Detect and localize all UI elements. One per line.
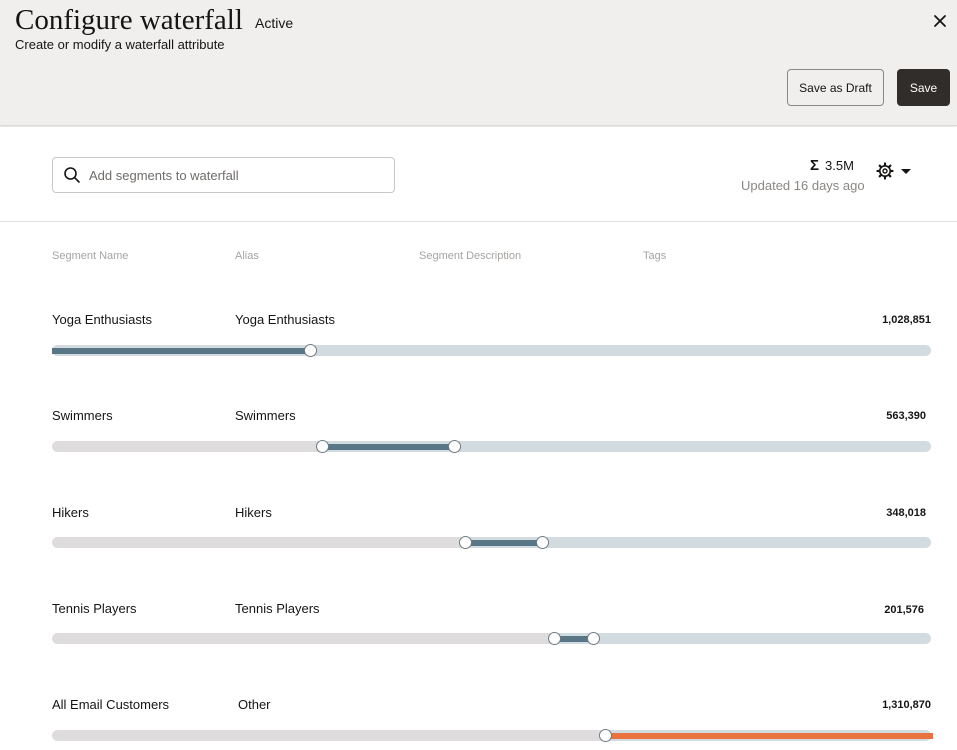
segment-count: 201,576 [884, 604, 924, 616]
range-start-handle[interactable] [547, 632, 561, 645]
range-end-handle[interactable] [587, 632, 601, 645]
segment-range-track[interactable] [52, 344, 931, 357]
segment-range-fill [52, 348, 310, 354]
chevron-down-icon [901, 169, 911, 174]
column-header-segment-description: Segment Description [419, 250, 522, 262]
segment-range-fill [321, 444, 454, 450]
close-icon [934, 15, 946, 27]
search-box[interactable] [52, 157, 395, 193]
range-start-handle[interactable] [315, 440, 329, 453]
segment-name: Tennis Players [52, 601, 137, 616]
range-end-handle[interactable] [535, 536, 549, 549]
segment-name: Swimmers [52, 408, 113, 423]
search-icon [64, 167, 80, 183]
segment-alias[interactable]: Swimmers [235, 408, 296, 423]
column-header-segment-name: Segment Name [52, 250, 129, 262]
remainder-fill [604, 733, 933, 739]
segment-count: 1,310,870 [882, 699, 931, 711]
segment-alias[interactable]: Hikers [235, 505, 272, 520]
segment-count: 348,018 [886, 507, 926, 519]
gear-icon [876, 162, 894, 180]
segment-alias[interactable]: Other [238, 697, 271, 712]
save-button[interactable]: Save [897, 69, 950, 106]
segment-total: Σ 3.5M [810, 157, 854, 174]
page-subtitle: Create or modify a waterfall attribute [15, 37, 225, 52]
segment-range-track[interactable] [52, 729, 933, 742]
header-bar: Configure waterfall Active Create or mod… [0, 0, 957, 126]
segment-name: All Email Customers [52, 697, 170, 712]
close-button[interactable] [929, 10, 951, 32]
page-title: Configure waterfall [15, 4, 243, 36]
search-input[interactable] [89, 158, 389, 192]
range-end-handle[interactable] [447, 440, 461, 453]
status-badge: Active [255, 15, 294, 31]
column-header-alias: Alias [235, 250, 259, 262]
column-header-tags: Tags [643, 250, 667, 262]
settings-menu-button[interactable] [875, 161, 913, 181]
segment-alias[interactable]: Tennis Players [235, 601, 320, 616]
range-end-handle[interactable] [303, 344, 317, 357]
total-count: 3.5M [825, 158, 854, 173]
segment-range-track[interactable] [52, 536, 931, 549]
save-as-draft-button[interactable]: Save as Draft [787, 69, 884, 106]
segment-count: 1,028,851 [882, 314, 931, 326]
segment-range-track[interactable] [52, 440, 931, 453]
segment-alias[interactable]: Yoga Enthusiasts [235, 312, 335, 327]
waterfall-toolbar: Σ 3.5M Updated 16 days ago [0, 127, 957, 222]
segment-count: 563,390 [886, 410, 926, 422]
updated-timestamp: Updated 16 days ago [741, 178, 865, 193]
segment-range-track[interactable] [52, 632, 931, 645]
range-start-handle[interactable] [459, 536, 473, 549]
sigma-icon: Σ [810, 157, 820, 174]
segment-range-fill [465, 540, 542, 546]
segment-name: Hikers [52, 505, 89, 520]
range-start-handle[interactable] [598, 729, 612, 742]
segment-name: Yoga Enthusiasts [52, 312, 152, 327]
